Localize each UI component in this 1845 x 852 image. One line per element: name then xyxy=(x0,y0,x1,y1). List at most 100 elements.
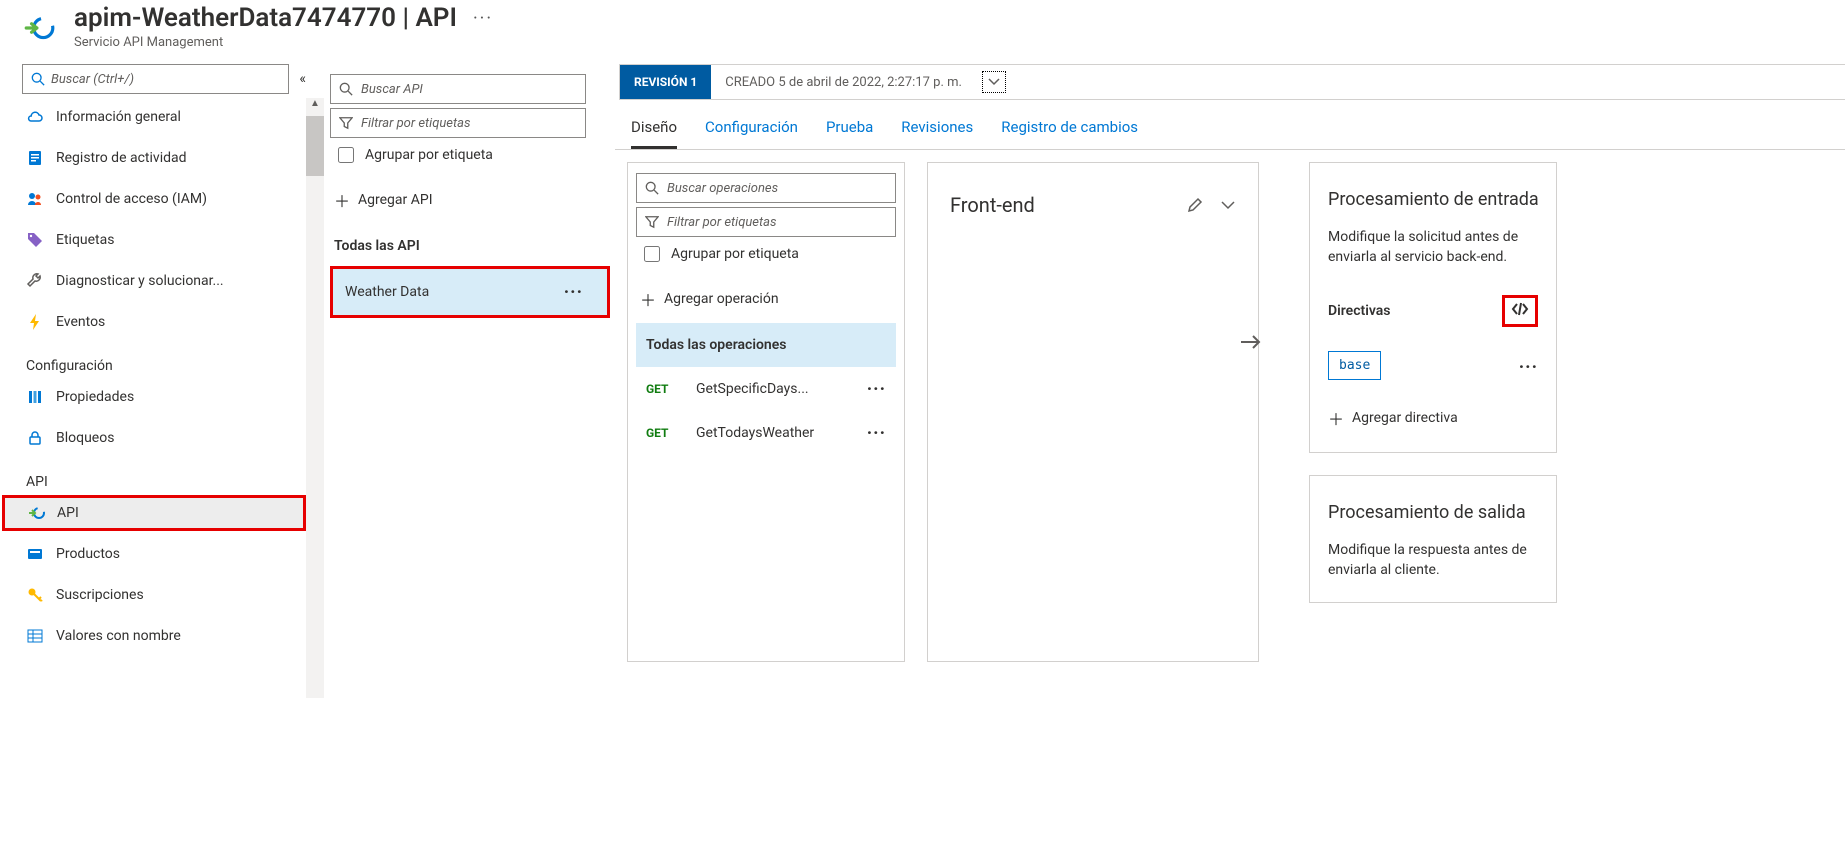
api-search-input[interactable]: Buscar API xyxy=(330,74,586,104)
revision-badge[interactable]: REVISIÓN 1 xyxy=(620,65,711,99)
lock-icon xyxy=(26,429,44,447)
api-filter-input[interactable]: Filtrar por etiquetas xyxy=(330,108,586,138)
sidebar-search-input[interactable]: Buscar (Ctrl+/) xyxy=(22,64,289,94)
sidebar-item-named-values[interactable]: Valores con nombre xyxy=(22,618,306,654)
wrench-icon xyxy=(26,272,44,290)
sidebar-item-products[interactable]: Productos xyxy=(22,536,306,572)
sidebar-section-api: API xyxy=(22,474,306,490)
add-operation-button[interactable]: ＋ Agregar operación xyxy=(640,287,892,311)
add-directive-button[interactable]: ＋ Agregar directiva xyxy=(1328,406,1538,430)
api-filter-placeholder: Filtrar por etiquetas xyxy=(361,116,470,131)
operation-more-icon[interactable]: ··· xyxy=(867,379,886,400)
tab-changelog[interactable]: Registro de cambios xyxy=(1001,110,1138,149)
api-item-more-icon[interactable]: ··· xyxy=(564,282,583,303)
all-operations-item[interactable]: Todas las operaciones xyxy=(636,323,896,367)
sidebar-item-subscriptions[interactable]: Suscripciones xyxy=(22,577,306,613)
sidebar-item-label: Registro de actividad xyxy=(56,150,187,166)
base-policy-chip[interactable]: base xyxy=(1328,351,1381,380)
operation-name-label: GetTodaysWeather xyxy=(696,425,814,441)
sidebar-item-locks[interactable]: Bloqueos xyxy=(22,420,306,456)
sidebar-item-activity-log[interactable]: Registro de actividad xyxy=(22,140,306,176)
add-directive-label: Agregar directiva xyxy=(1352,410,1458,426)
sidebar-item-label: Diagnosticar y solucionar... xyxy=(56,273,224,289)
search-icon xyxy=(645,181,659,195)
sidebar-scrollbar[interactable]: ▲ xyxy=(306,98,324,698)
group-by-tag-checkbox[interactable]: Agrupar por etiqueta xyxy=(334,144,606,166)
properties-icon xyxy=(26,388,44,406)
all-apis-label[interactable]: Todas las API xyxy=(334,238,610,254)
tab-design[interactable]: Diseño xyxy=(631,110,677,149)
tab-config[interactable]: Configuración xyxy=(705,110,798,149)
revision-bar: REVISIÓN 1 CREADO 5 de abril de 2022, 2:… xyxy=(619,64,1845,100)
more-actions-icon[interactable]: ··· xyxy=(473,8,493,29)
inbound-title: Procesamiento de entrada xyxy=(1328,189,1538,210)
revision-dropdown-icon[interactable] xyxy=(982,71,1006,93)
sidebar-item-overview[interactable]: Información general xyxy=(22,99,306,135)
tab-test[interactable]: Prueba xyxy=(826,110,873,149)
cloud-icon xyxy=(26,108,44,126)
revision-created-label: CREADO 5 de abril de 2022, 2:27:17 p. m. xyxy=(711,75,976,90)
sidebar-item-label: Suscripciones xyxy=(56,587,144,603)
add-api-label: Agregar API xyxy=(358,192,433,208)
code-editor-button[interactable] xyxy=(1502,295,1538,327)
frontend-panel: Front-end xyxy=(927,162,1259,662)
operations-filter-placeholder: Filtrar por etiquetas xyxy=(667,215,776,230)
grid-icon xyxy=(26,627,44,645)
operations-filter-input[interactable]: Filtrar por etiquetas xyxy=(636,207,896,237)
add-api-button[interactable]: ＋ Agregar API xyxy=(334,188,606,212)
outbound-processing-panel: Procesamiento de salida Modifique la res… xyxy=(1309,475,1557,603)
collapse-nav-icon[interactable]: « xyxy=(299,71,306,87)
operations-search-input[interactable]: Buscar operaciones xyxy=(636,173,896,203)
ops-group-by-tag-checkbox[interactable]: Agrupar por etiqueta xyxy=(640,243,892,265)
operation-more-icon[interactable]: ··· xyxy=(867,423,886,444)
sidebar-item-events[interactable]: Eventos xyxy=(22,304,306,340)
sidebar-item-label: Bloqueos xyxy=(56,430,114,446)
tab-revisions[interactable]: Revisiones xyxy=(901,110,973,149)
sidebar-item-diagnose[interactable]: Diagnosticar y solucionar... xyxy=(22,263,306,299)
api-search-placeholder: Buscar API xyxy=(361,82,423,97)
edit-icon[interactable] xyxy=(1186,196,1204,214)
http-method-badge: GET xyxy=(646,426,682,440)
outbound-description: Modifique la respuesta antes de enviarla… xyxy=(1328,541,1538,580)
add-operation-label: Agregar operación xyxy=(664,291,779,307)
activity-log-icon xyxy=(26,149,44,167)
base-policy-more-icon[interactable]: ··· xyxy=(1519,357,1538,378)
filter-icon xyxy=(339,116,353,130)
ops-group-by-tag-input[interactable] xyxy=(644,246,660,262)
outbound-title: Procesamiento de salida xyxy=(1328,502,1538,523)
ops-group-by-tag-label: Agrupar por etiqueta xyxy=(671,246,799,262)
sidebar-item-iam[interactable]: Control de acceso (IAM) xyxy=(22,181,306,217)
chevron-down-icon[interactable] xyxy=(1220,199,1236,211)
code-icon xyxy=(1511,302,1529,316)
inbound-description: Modifique la solicitud antes de enviarla… xyxy=(1328,228,1538,267)
sidebar-item-api[interactable]: API xyxy=(2,495,306,531)
sidebar-item-properties[interactable]: Propiedades xyxy=(22,379,306,415)
sidebar-item-label: Información general xyxy=(56,109,181,125)
api-list-panel: Buscar API Filtrar por etiquetas Agrupar… xyxy=(310,64,610,662)
api-list-item-weather[interactable]: Weather Data ··· xyxy=(333,269,607,315)
sidebar-search-placeholder: Buscar (Ctrl+/) xyxy=(51,72,134,87)
page-title: apim-WeatherData7474770 | API xyxy=(74,3,457,33)
frontend-title: Front-end xyxy=(950,193,1035,217)
detail-tabs: Diseño Configuración Prueba Revisiones R… xyxy=(615,110,1845,150)
service-type-label: Servicio API Management xyxy=(74,35,493,50)
sidebar-item-label: Productos xyxy=(56,546,120,562)
directives-label: Directivas xyxy=(1328,303,1390,319)
sidebar-item-tags[interactable]: Etiquetas xyxy=(22,222,306,258)
sidebar-item-label: Propiedades xyxy=(56,389,134,405)
plus-icon: ＋ xyxy=(640,287,656,311)
search-icon xyxy=(339,82,353,96)
sidebar-item-label: Eventos xyxy=(56,314,105,330)
operation-item[interactable]: GET GetTodaysWeather ··· xyxy=(636,411,896,455)
filter-icon xyxy=(645,215,659,229)
lightning-icon xyxy=(26,313,44,331)
left-nav: Buscar (Ctrl+/) « ▲ Información general … xyxy=(0,64,310,662)
inbound-processing-panel: Procesamiento de entrada Modifique la so… xyxy=(1309,162,1557,453)
group-by-tag-label: Agrupar por etiqueta xyxy=(365,147,493,163)
flow-arrow-icon xyxy=(1239,332,1263,357)
group-by-tag-input[interactable] xyxy=(338,147,354,163)
api-detail-panel: REVISIÓN 1 CREADO 5 de abril de 2022, 2:… xyxy=(614,64,1845,662)
operation-item[interactable]: GET GetSpecificDays... ··· xyxy=(636,367,896,411)
people-icon xyxy=(26,190,44,208)
sidebar-item-label: Etiquetas xyxy=(56,232,114,248)
